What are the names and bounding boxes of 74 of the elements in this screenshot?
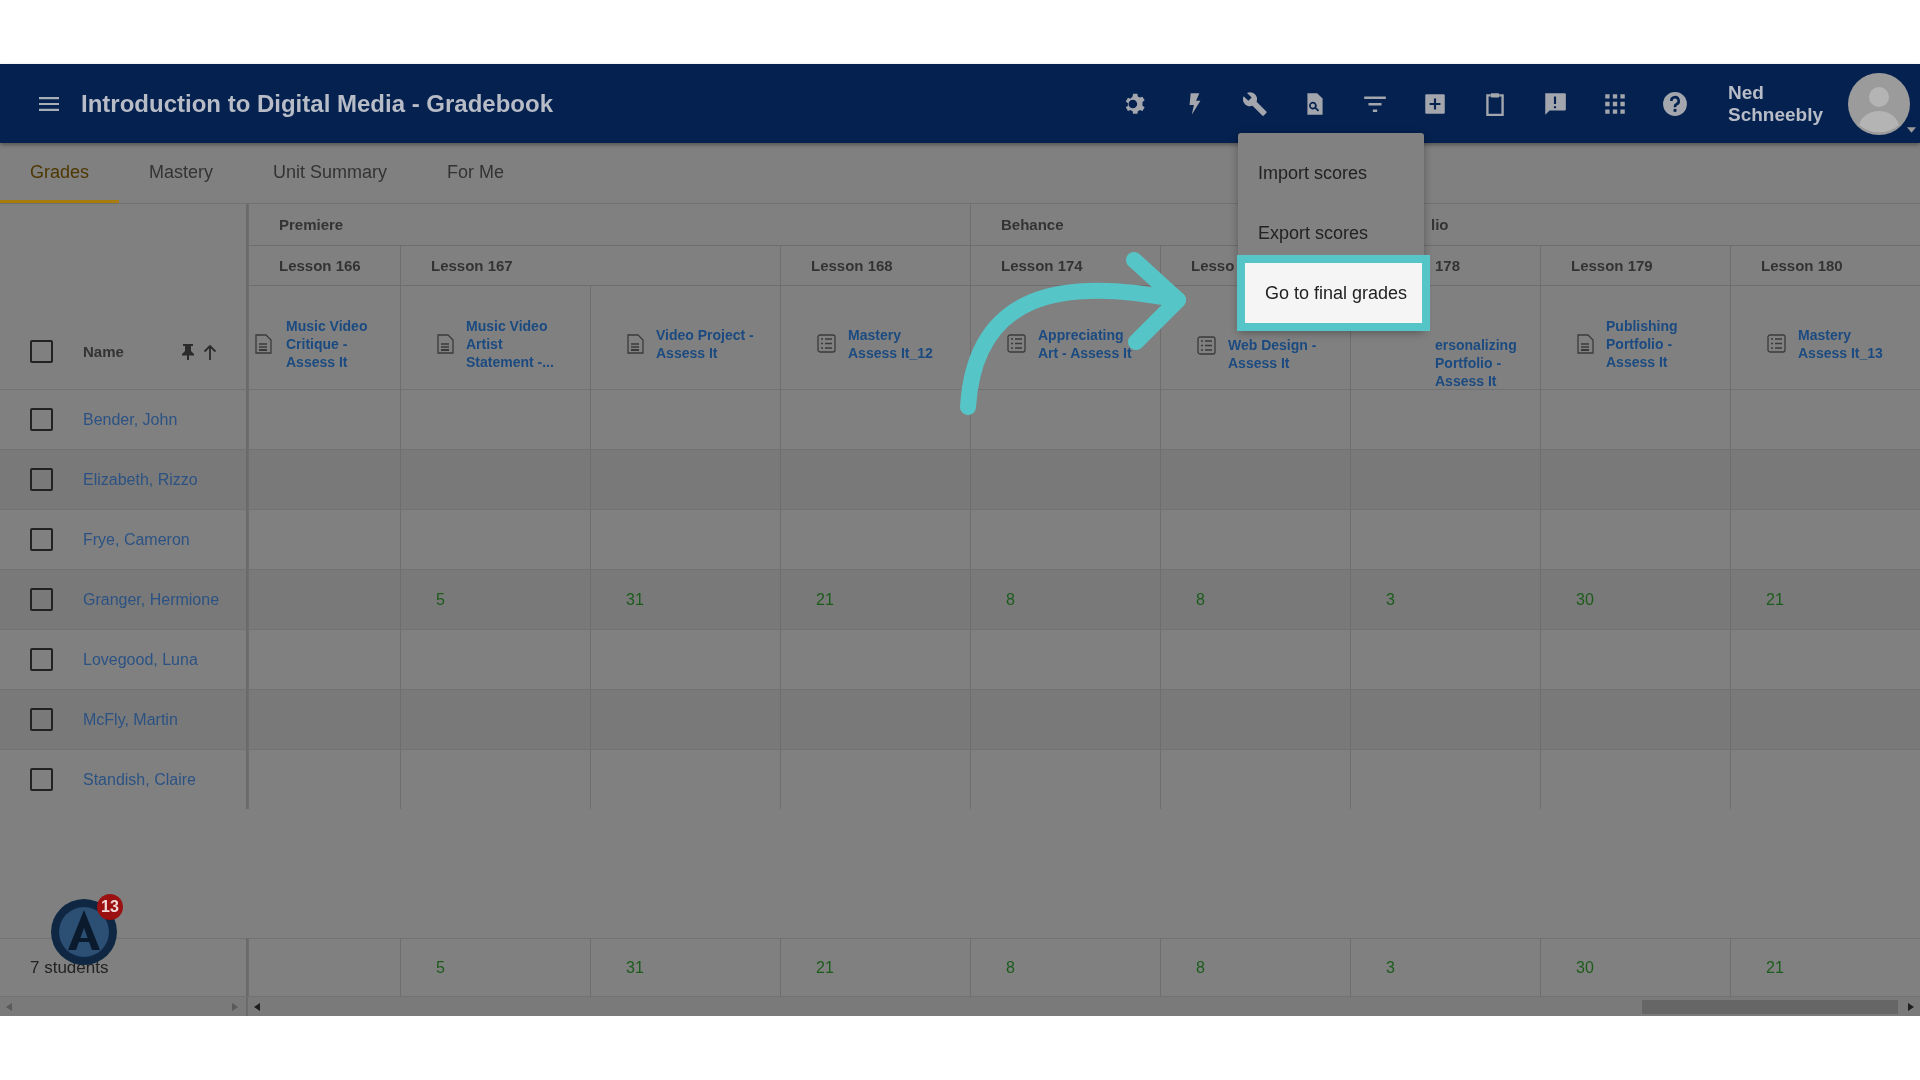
pin-icon[interactable]: [181, 343, 195, 360]
assessment-link[interactable]: Publishing Portfolio - Assess It: [1606, 316, 1708, 371]
caret-icon[interactable]: [1907, 127, 1916, 133]
student-name-link[interactable]: Elizabeth, Rizzo: [83, 470, 198, 489]
assessment-link[interactable]: Video Project - Assess It: [656, 325, 758, 362]
student-name-link[interactable]: Frye, Cameron: [83, 530, 190, 549]
row-checkbox[interactable]: [30, 468, 53, 491]
student-name-link[interactable]: Lovegood, Luna: [83, 650, 198, 669]
assessment-link[interactable]: Music Video Critique - Assess It: [286, 316, 388, 371]
score-cell: 21: [780, 569, 970, 629]
group-header: Premiere: [248, 204, 970, 246]
checklist-icon: [1007, 334, 1026, 353]
score-cell: 5: [400, 569, 590, 629]
row-checkbox[interactable]: [30, 588, 53, 611]
row-checkbox[interactable]: [30, 408, 53, 431]
score-cell: 30: [1540, 569, 1730, 629]
lesson-header: Lesson 174: [970, 246, 1160, 286]
assessment-link[interactable]: Music Video Artist Statement -...: [466, 316, 568, 371]
lesson-header: Lesson 180: [1730, 246, 1920, 286]
total-score-cell: 30: [1540, 938, 1730, 996]
document-icon: [437, 333, 454, 354]
tab[interactable]: Mastery: [119, 143, 244, 203]
assessment-link[interactable]: ersonalizing Portfolio - Assess It: [1435, 336, 1535, 390]
menu-item[interactable]: Import scores: [1238, 143, 1424, 203]
wrench-icon[interactable]: [1242, 90, 1268, 117]
lesson-header: Lesson 179: [1540, 246, 1730, 286]
lesson-header: Lesson 166: [248, 246, 400, 286]
student-name-link[interactable]: Standish, Claire: [83, 770, 196, 789]
score-cell: 31: [590, 569, 780, 629]
checklist-icon: [817, 334, 836, 353]
user-name[interactable]: Ned Schneebly: [1728, 81, 1838, 126]
notification-badge: 13: [97, 894, 123, 920]
assessment-link[interactable]: Mastery Assess It_13: [1798, 325, 1900, 362]
select-all-checkbox[interactable]: [30, 340, 53, 363]
row-checkbox[interactable]: [30, 768, 53, 791]
checklist-icon: [1197, 336, 1216, 355]
score-cell: 3: [1350, 569, 1540, 629]
lesson-header: Lesson 168: [780, 246, 970, 286]
avatar[interactable]: [1848, 72, 1910, 135]
assessment-link[interactable]: Mastery Assess It_12: [848, 325, 950, 362]
row-checkbox[interactable]: [30, 648, 53, 671]
total-score-cell: 21: [780, 938, 970, 996]
page-title: Introduction to Digital Media - Gradebook: [81, 89, 554, 118]
document-icon: [627, 333, 644, 354]
sort-up-icon[interactable]: [203, 343, 217, 360]
scroll-left-icon[interactable]: [254, 1002, 260, 1011]
document-icon: [255, 333, 272, 354]
score-cell: 8: [1160, 569, 1350, 629]
tab[interactable]: For Me: [417, 143, 535, 203]
row-checkbox[interactable]: [30, 708, 53, 731]
checklist-icon: [1767, 334, 1786, 353]
row-checkbox[interactable]: [30, 528, 53, 551]
assessment-link[interactable]: Appreciating Art - Assess It: [1038, 325, 1140, 362]
feedback-icon[interactable]: [1542, 90, 1568, 117]
assessment-link[interactable]: Web Design - Assess It: [1228, 336, 1330, 372]
total-score-cell: 5: [400, 938, 590, 996]
score-cell: 8: [970, 569, 1160, 629]
help-icon[interactable]: [1662, 90, 1688, 117]
student-name-link[interactable]: McFly, Martin: [83, 710, 178, 729]
total-score-cell: 8: [970, 938, 1160, 996]
score-cell: 21: [1730, 569, 1920, 629]
tab[interactable]: Grades: [0, 143, 120, 203]
scroll-right-icon[interactable]: [1908, 1002, 1914, 1011]
tab[interactable]: Unit Summary: [243, 143, 418, 203]
total-score-cell: 3: [1350, 938, 1540, 996]
total-score-cell: 21: [1730, 938, 1920, 996]
total-score-cell: 8: [1160, 938, 1350, 996]
student-name-link[interactable]: Bender, John: [83, 410, 178, 429]
total-score-cell: 31: [590, 938, 780, 996]
column-header: Name: [83, 343, 125, 360]
lesson-header: Lesson 167: [400, 246, 780, 286]
document-icon: [1577, 333, 1594, 354]
student-name-link[interactable]: Granger, Hermione: [83, 590, 220, 609]
menu-item[interactable]: Go to final grades: [1237, 255, 1430, 331]
